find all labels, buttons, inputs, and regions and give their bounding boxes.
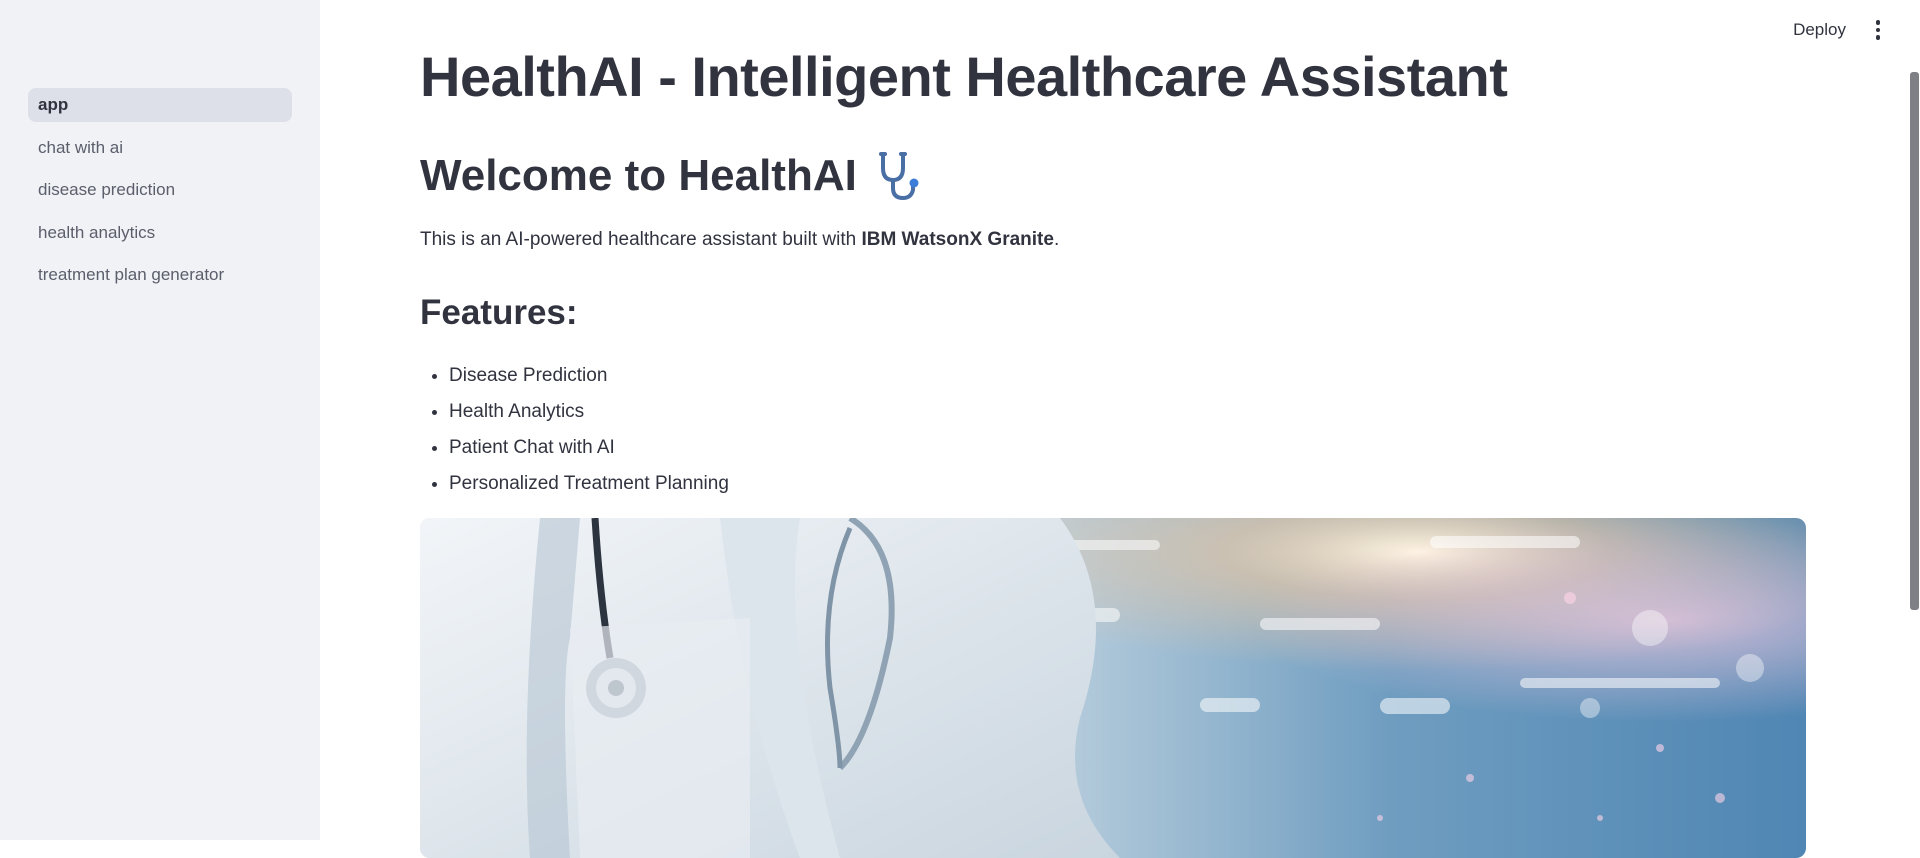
- sidebar-item-health-analytics[interactable]: health analytics: [28, 216, 292, 250]
- page-title: HealthAI - Intelligent Healthcare Assist…: [420, 45, 1508, 108]
- list-item: Personalized Treatment Planning: [449, 466, 729, 502]
- sidebar-item-label: treatment plan generator: [38, 265, 225, 284]
- list-item: Disease Prediction: [449, 358, 729, 394]
- sidebar: app chat with ai disease prediction heal…: [0, 0, 320, 840]
- sidebar-item-label: disease prediction: [38, 180, 176, 199]
- sidebar-item-label: chat with ai: [38, 137, 124, 157]
- welcome-heading-text: Welcome to HealthAI: [420, 151, 857, 200]
- intro-highlight: IBM WatsonX Granite: [861, 229, 1054, 250]
- features-heading: Features:: [420, 293, 578, 332]
- sidebar-nav: app chat with ai disease prediction heal…: [28, 88, 292, 301]
- sidebar-item-label: app: [38, 95, 69, 114]
- scrollbar-thumb[interactable]: [1910, 72, 1919, 610]
- sidebar-item-treatment-plan-generator[interactable]: treatment plan generator: [28, 258, 292, 292]
- deploy-button[interactable]: Deploy: [1789, 14, 1850, 46]
- sidebar-item-chat-with-ai[interactable]: chat with ai: [28, 131, 292, 165]
- welcome-heading: Welcome to HealthAI: [420, 148, 927, 204]
- list-item: Patient Chat with AI: [449, 430, 729, 466]
- intro-suffix: .: [1053, 229, 1060, 250]
- kebab-menu-icon[interactable]: [1868, 16, 1888, 44]
- main-content: Deploy HealthAI - Intelligent Healthcare…: [320, 0, 1920, 858]
- intro-paragraph: This is an AI-powered healthcare assista…: [420, 226, 1059, 254]
- features-list: Disease Prediction Health Analytics Pati…: [420, 358, 729, 502]
- sidebar-item-disease-prediction[interactable]: disease prediction: [28, 173, 292, 207]
- scrollbar[interactable]: [1908, 0, 1920, 840]
- intro-text: This is an AI-powered healthcare assista…: [420, 229, 862, 250]
- hero-image: [420, 518, 1806, 858]
- list-item: Health Analytics: [449, 394, 729, 430]
- sidebar-item-label: health analytics: [38, 222, 156, 242]
- header-actions: Deploy: [1789, 14, 1888, 46]
- sidebar-item-app[interactable]: app: [28, 88, 292, 122]
- stethoscope-icon: [875, 150, 927, 202]
